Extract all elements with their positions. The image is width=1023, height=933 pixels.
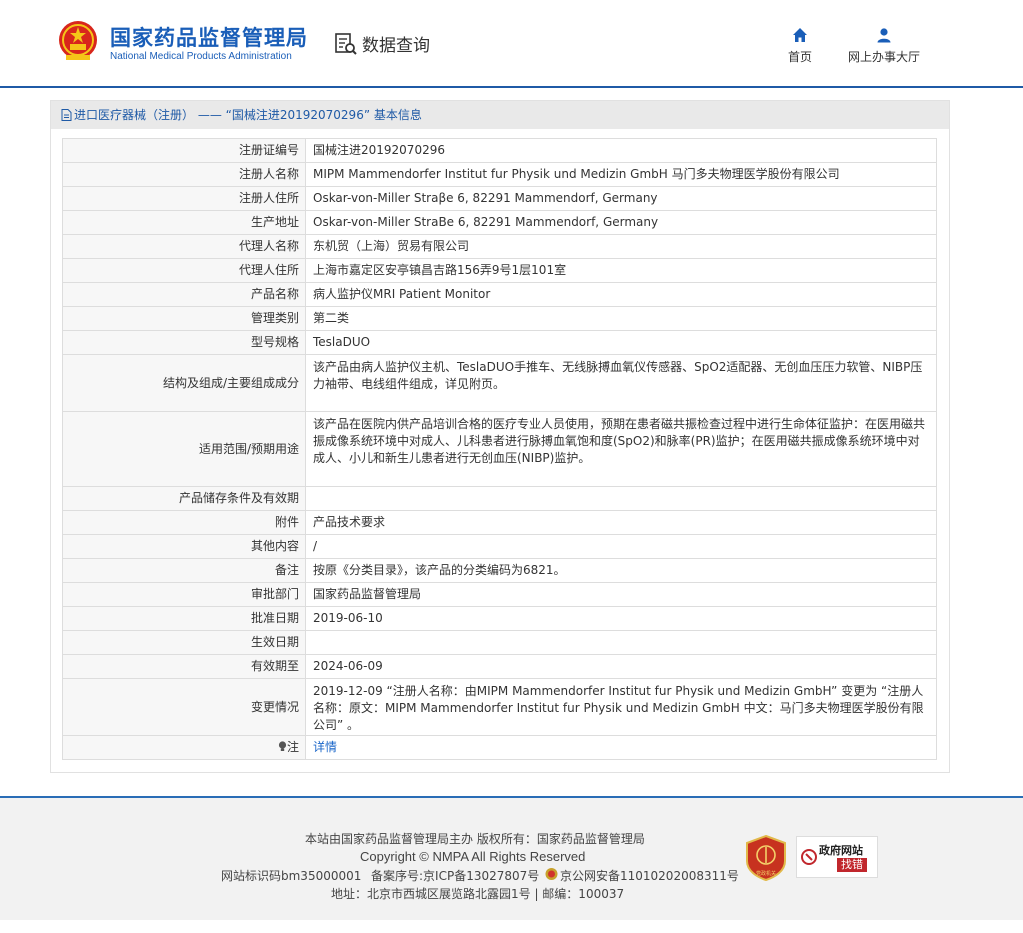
gov-site-error-title: 政府网站	[819, 844, 863, 857]
field-value: 东机贸（上海）贸易有限公司	[305, 234, 937, 259]
field-key: 产品储存条件及有效期	[62, 486, 306, 511]
footer-address: 地址：北京市西城区展览路北露园1号 | 邮编：100037	[331, 887, 625, 901]
data-query-link[interactable]: 数据查询	[334, 31, 430, 56]
breadcrumb: 进口医疗器械（注册） —— “国械注进20192070296” 基本信息	[51, 101, 949, 129]
field-value: 国家药品监督管理局	[305, 582, 937, 607]
field-key: 型号规格	[62, 330, 306, 355]
table-row: 型号规格 TeslaDUO	[62, 330, 937, 355]
table-row: 注册证编号 国械注进20192070296	[62, 138, 937, 163]
field-key: 生产地址	[62, 210, 306, 235]
field-key: 审批部门	[62, 582, 306, 607]
gov-site-error-sub: 找错	[837, 858, 867, 872]
record-table: 注册证编号 国械注进20192070296 注册人名称 MIPM Mammendor…	[62, 138, 937, 760]
field-value: 产品技术要求	[305, 510, 937, 535]
data-query-icon	[335, 32, 357, 55]
police-badge-icon	[545, 868, 558, 880]
gov-site-error-icon	[801, 849, 817, 865]
nav-home-label: 首页	[788, 50, 813, 64]
nav-home[interactable]: 首页	[788, 27, 812, 65]
field-value: 病人监护仪MRI Patient Monitor	[305, 282, 937, 307]
field-value: MIPM Mammendorfer Institut fur Physik un…	[305, 162, 937, 187]
user-icon	[877, 28, 891, 43]
table-row: 有效期至 2024-06-09	[62, 654, 937, 679]
footer-police[interactable]: 京公网安备11010202008311号	[560, 867, 739, 884]
field-value: 该产品在医院内供产品培训合格的医疗专业人员使用，预期在患者磁共振检查过程中进行生…	[305, 411, 937, 487]
home-icon	[793, 28, 807, 42]
table-row: 代理人住所 上海市嘉定区安亭镇昌吉路156弄9号1层101室	[62, 258, 937, 283]
table-row: 备注 按原《分类目录》，该产品的分类编码为6821。	[62, 558, 937, 583]
table-row: 变更情况 2019-12-09 “注册人名称：由MIPM Mammendorfer…	[62, 678, 937, 736]
table-row: 批准日期 2019-06-10	[62, 606, 937, 631]
field-value: 2024-06-09	[305, 654, 937, 679]
site-logo-subtitle: National Medical Products Administration	[110, 51, 292, 62]
field-key: 备注	[62, 558, 306, 583]
nav-online-service[interactable]: 网上办事大厅	[848, 27, 920, 65]
table-row: 注册人住所 Oskar-von-Miller Straβe 6, 82291 Ma…	[62, 186, 937, 211]
party-gov-badge-label: 党政机关	[756, 870, 776, 877]
site-footer: 本站由国家药品监督管理局主办 版权所有：国家药品监督管理局 Copyright …	[0, 796, 1023, 920]
table-row: 附件 产品技术要求	[62, 510, 937, 535]
field-value: 上海市嘉定区安亭镇昌吉路156弄9号1层101室	[305, 258, 937, 283]
field-key: 适用范围/预期用途	[62, 411, 306, 487]
field-key: 注册证编号	[62, 138, 306, 163]
table-row: 生产地址 Oskar-von-Miller StraBe 6, 82291 Mam…	[62, 210, 937, 235]
national-emblem-icon	[59, 21, 97, 60]
note-key: 注	[286, 740, 299, 754]
field-key: 代理人名称	[62, 234, 306, 259]
field-key: 生效日期	[62, 630, 306, 655]
table-row: 注 详情	[62, 735, 937, 760]
table-row: 结构及组成/主要组成成分 该产品由病人监护仪主机、TeslaDUO手推车、无线脉搏…	[62, 354, 937, 412]
nav-online-service-label: 网上办事大厅	[848, 50, 921, 64]
field-value: 按原《分类目录》，该产品的分类编码为6821。	[305, 558, 937, 583]
table-row: 适用范围/预期用途 该产品在医院内供产品培训合格的医疗专业人员使用，预期在患者磁共…	[62, 411, 937, 487]
breadcrumb-text: 进口医疗器械（注册） —— “国械注进20192070296” 基本信息	[74, 108, 422, 122]
field-key: 产品名称	[62, 282, 306, 307]
field-value: TeslaDUO	[305, 330, 937, 355]
field-value: Oskar-von-Miller Straβe 6, 82291 Mammend…	[305, 186, 937, 211]
note-key-cell: 注	[62, 735, 306, 760]
field-value	[305, 630, 937, 655]
field-value: 国械注进20192070296	[305, 138, 937, 163]
field-key: 代理人住所	[62, 258, 306, 283]
details-link[interactable]: 详情	[313, 740, 337, 754]
field-value: Oskar-von-Miller StraBe 6, 82291 Mammend…	[305, 210, 937, 235]
field-key: 注册人名称	[62, 162, 306, 187]
field-key: 管理类别	[62, 306, 306, 331]
table-row: 产品名称 病人监护仪MRI Patient Monitor	[62, 282, 937, 307]
field-key: 批准日期	[62, 606, 306, 631]
footer-sponsor: 本站由国家药品监督管理局主办 版权所有：国家药品监督管理局	[305, 832, 645, 846]
field-value: /	[305, 534, 937, 559]
field-key: 注册人住所	[62, 186, 306, 211]
field-key: 变更情况	[62, 678, 306, 736]
data-query-label: 数据查询	[362, 36, 430, 56]
table-row: 代理人名称 东机贸（上海）贸易有限公司	[62, 234, 937, 259]
detail-panel: 进口医疗器械（注册） —— “国械注进20192070296” 基本信息 注册证…	[50, 100, 950, 773]
table-row: 注册人名称 MIPM Mammendorfer Institut fur Phys…	[62, 162, 937, 187]
footer-copyright: Copyright © NMPA All Rights Reserved	[360, 849, 586, 864]
gov-site-error-badge[interactable]: 政府网站 找错	[796, 836, 878, 878]
site-header: 国家药品监督管理局 National Medical Products Admi…	[0, 0, 1023, 88]
bulb-icon	[278, 741, 287, 751]
document-icon	[61, 109, 72, 121]
party-gov-badge-icon[interactable]: 党政机关	[745, 835, 787, 881]
field-key: 其他内容	[62, 534, 306, 559]
field-key: 附件	[62, 510, 306, 535]
field-value: 第二类	[305, 306, 937, 331]
field-value: 该产品由病人监护仪主机、TeslaDUO手推车、无线脉搏血氧仪传感器、SpO2适…	[305, 354, 937, 412]
table-row: 产品储存条件及有效期	[62, 486, 937, 511]
table-row: 审批部门 国家药品监督管理局	[62, 582, 937, 607]
field-key: 有效期至	[62, 654, 306, 679]
site-logo-title[interactable]: 国家药品监督管理局	[110, 22, 308, 52]
footer-icp[interactable]: 备案序号:京ICP备13027807号	[371, 867, 539, 884]
field-value: 2019-06-10	[305, 606, 937, 631]
footer-site-id: 网站标识码bm35000001	[221, 869, 362, 883]
table-row: 生效日期	[62, 630, 937, 655]
field-value: 2019-12-09 “注册人名称：由MIPM Mammendorfer Ins…	[305, 678, 937, 736]
field-key: 结构及组成/主要组成成分	[62, 354, 306, 412]
field-value	[305, 486, 937, 511]
table-row: 管理类别 第二类	[62, 306, 937, 331]
table-row: 其他内容 /	[62, 534, 937, 559]
